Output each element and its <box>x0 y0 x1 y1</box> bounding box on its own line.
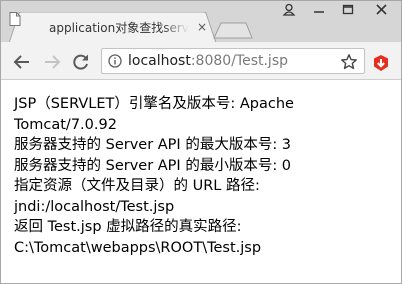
text-line: 指定资源（文件及目录）的 URL 路径: <box>14 178 260 194</box>
toolbar: localhost:8080/Test.jsp <box>1 42 401 80</box>
address-bar[interactable]: localhost:8080/Test.jsp <box>101 48 365 74</box>
text-line: 服务器支持的 Server API 的最大版本号: 3 <box>14 137 292 153</box>
new-tab-button[interactable] <box>213 22 253 39</box>
extension-icon[interactable] <box>372 54 390 72</box>
url-host: localhost <box>128 53 191 69</box>
page-icon <box>9 12 21 26</box>
text-line: Tomcat/7.0.92 <box>14 116 117 133</box>
back-arrow-icon[interactable] <box>12 52 32 72</box>
text-line: C:\Tomcat\webapps\ROOT\Test.jsp <box>14 239 262 256</box>
tab-close-icon[interactable]: × <box>195 20 209 34</box>
user-icon[interactable] <box>276 1 302 19</box>
browser-window: application对象查找serv × localhost:8080/Tes… <box>0 0 402 284</box>
star-icon[interactable] <box>340 53 358 71</box>
info-icon[interactable] <box>108 54 122 68</box>
tab-active[interactable]: application对象查找serv × <box>9 12 216 43</box>
url-text[interactable]: localhost:8080/Test.jsp <box>128 53 288 70</box>
text-line: 服务器支持的 Server API 的最小版本号: 0 <box>14 157 292 174</box>
minimize-icon[interactable] <box>306 1 332 19</box>
reload-icon[interactable] <box>71 52 91 72</box>
maximize-icon[interactable] <box>335 1 361 19</box>
text-line: 返回 Test.jsp 虚拟路径的真实路径: <box>14 219 242 235</box>
title-bar: application对象查找serv × <box>1 1 401 43</box>
text-line: jndi:/localhost/Test.jsp <box>14 198 175 215</box>
forward-arrow-icon[interactable] <box>42 52 62 72</box>
tab-title: application对象查找serv <box>49 21 189 35</box>
text-line: JSP（SERVLET）引擎名及版本号: Apache <box>14 96 294 112</box>
close-icon[interactable] <box>365 1 399 19</box>
url-path: :8080/Test.jsp <box>190 53 288 69</box>
page-content: JSP（SERVLET）引擎名及版本号: Apache Tomcat/7.0.9… <box>14 94 394 258</box>
